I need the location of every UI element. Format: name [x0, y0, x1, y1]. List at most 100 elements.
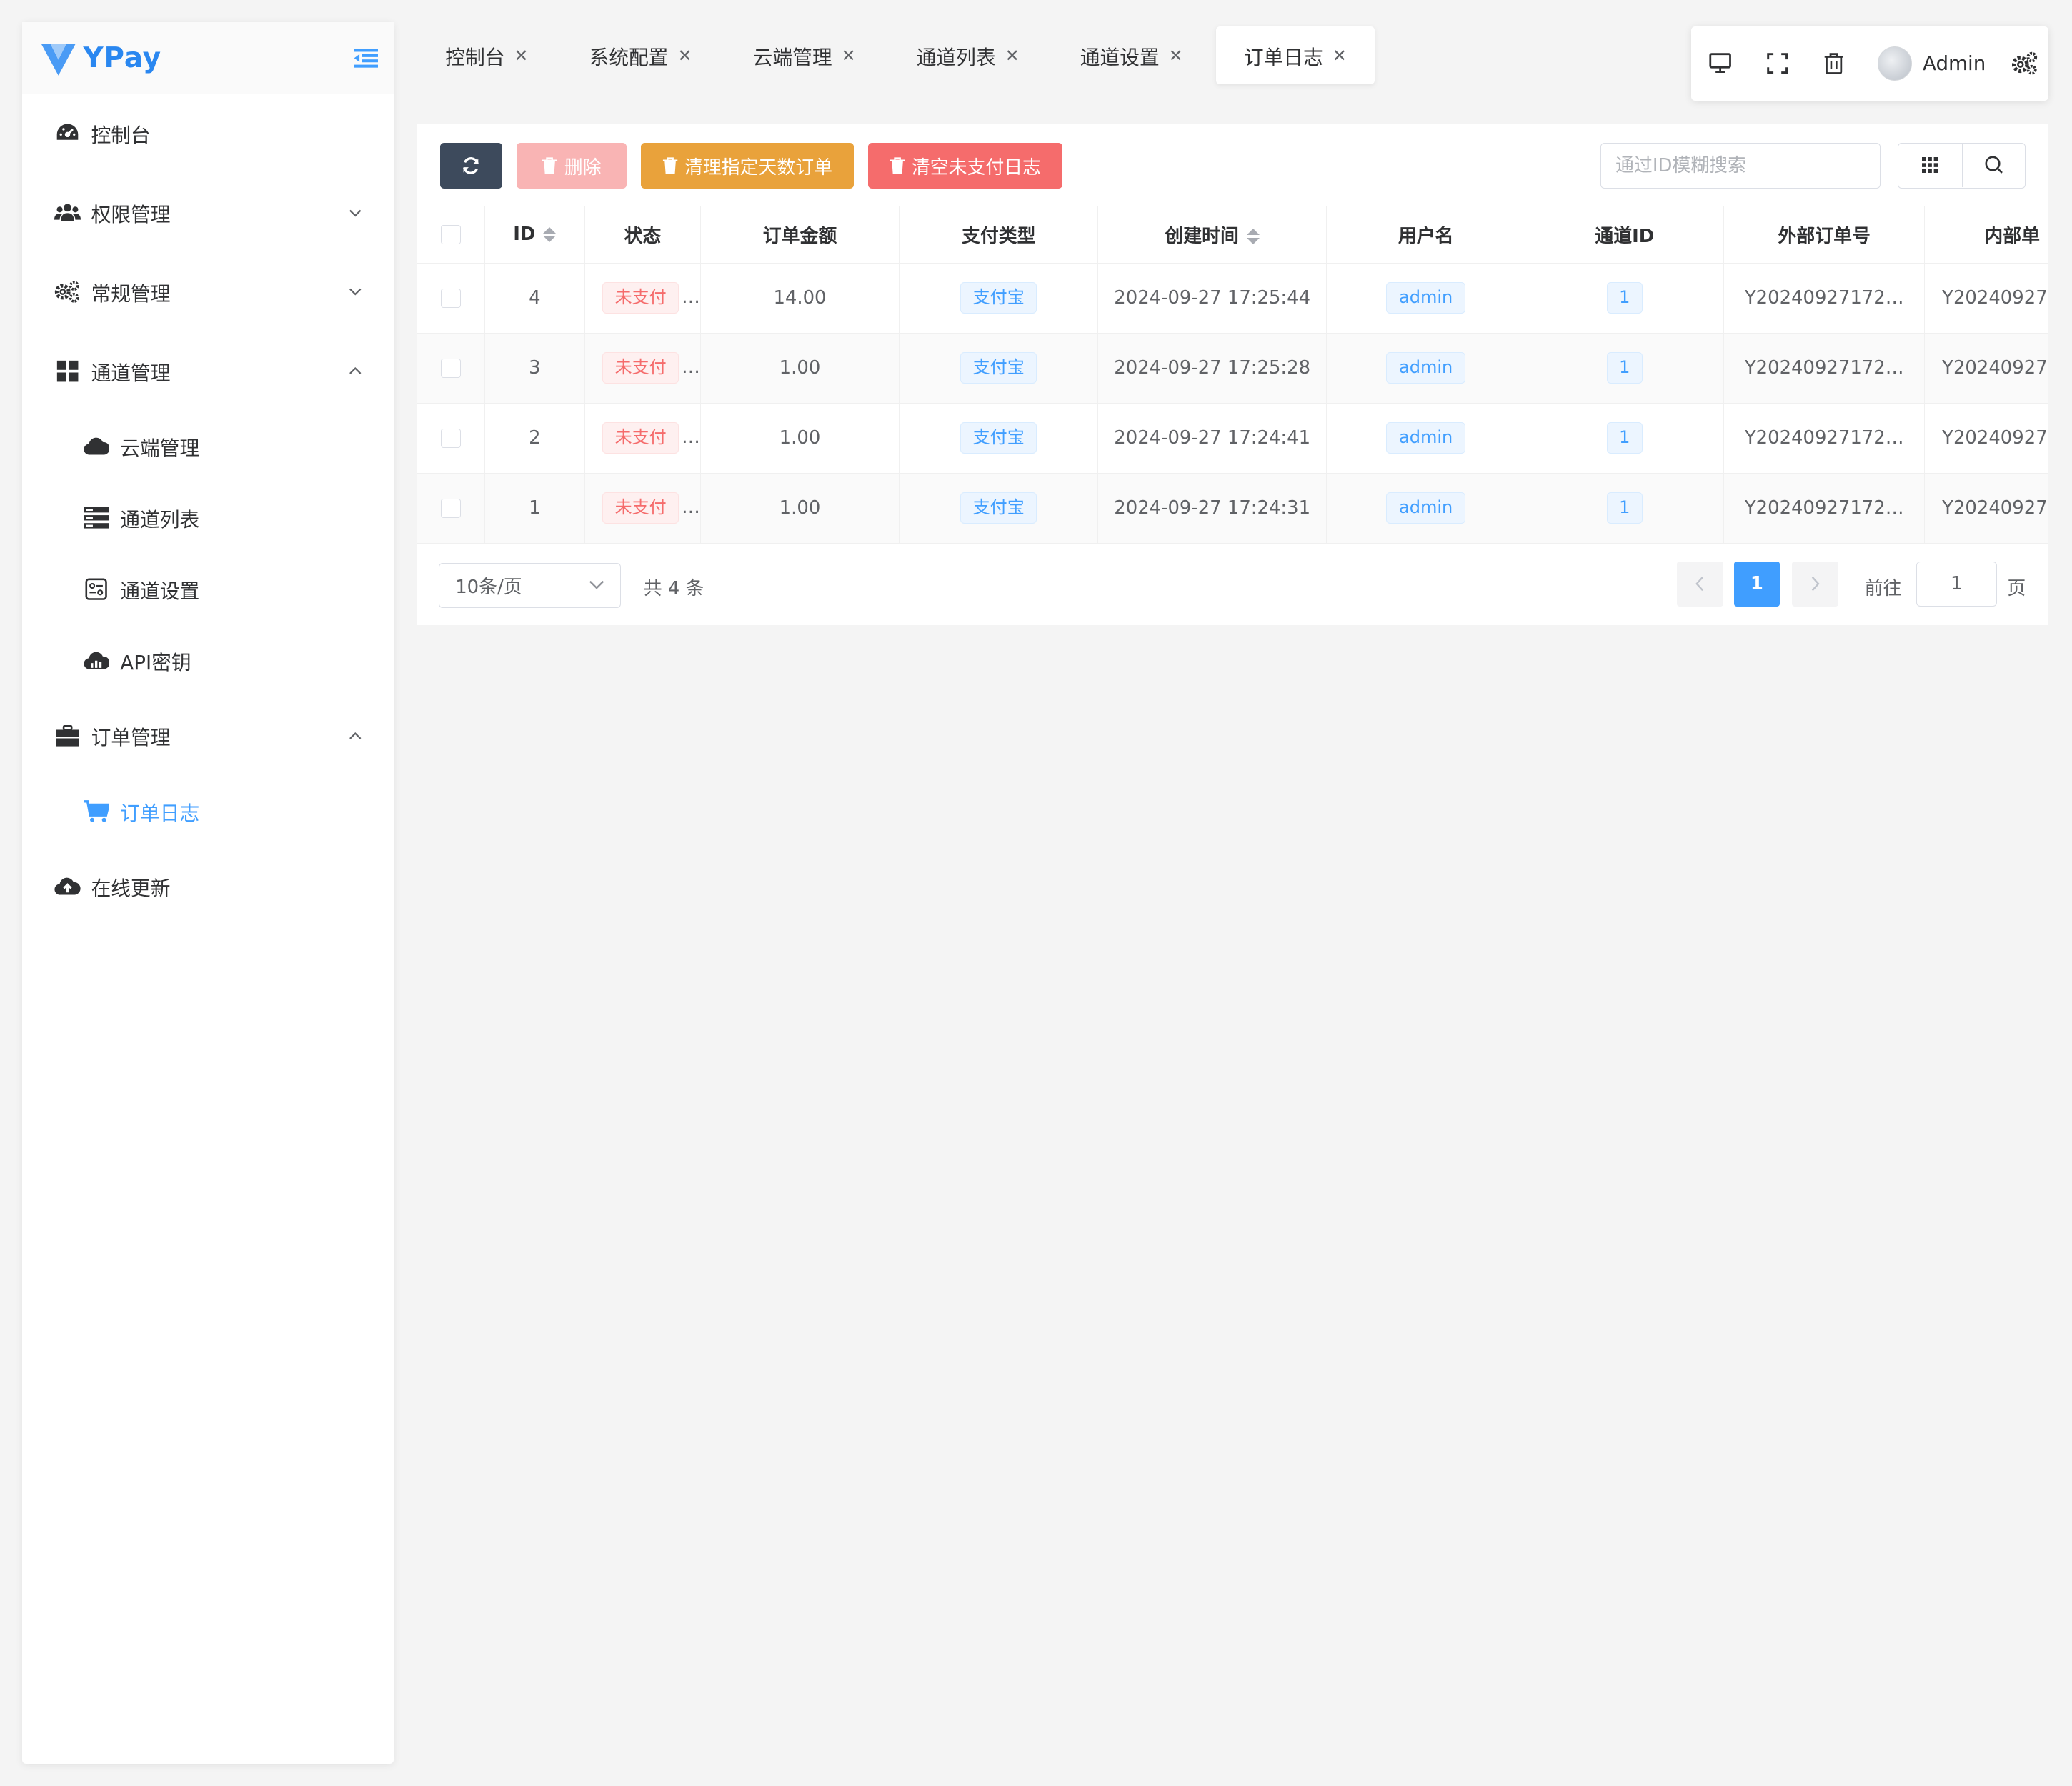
clear-label: 清空未支付日志: [911, 157, 1042, 178]
close-icon[interactable]: ✕: [842, 46, 856, 66]
clean-label: 清理指定天数订单: [684, 157, 832, 178]
logo-icon: [41, 44, 76, 76]
cell-status: 未支付…: [584, 473, 701, 544]
grid-view-button[interactable]: [1898, 144, 1962, 187]
header-toolbar: Admin: [1691, 26, 2048, 101]
table-row[interactable]: 4 未支付… 14.00 支付宝 2024-09-27 17:25:44 adm…: [417, 263, 2048, 334]
cell-pay-type: 支付宝: [899, 403, 1099, 474]
sort-icon[interactable]: [1246, 229, 1260, 244]
cell-in-order-no: Y20240927: [1924, 403, 2048, 474]
trash-icon[interactable]: [1821, 50, 1848, 76]
tab-cloud-management[interactable]: 云端管理 ✕: [725, 26, 884, 84]
cell-out-order-no: Y20240927172…: [1723, 473, 1926, 544]
search-button[interactable]: [1961, 143, 2026, 187]
column-header-out-order-no: 外部订单号: [1723, 206, 1926, 264]
tab-label: 云端管理: [752, 45, 832, 69]
cell-user: admin: [1326, 263, 1526, 334]
cell-in-order-no: Y20240927: [1924, 263, 2048, 334]
row-checkbox[interactable]: [441, 358, 461, 379]
sidebar-item-channel-list[interactable]: 通道列表: [22, 482, 394, 554]
avatar[interactable]: [1878, 46, 1913, 81]
tab-channel-list[interactable]: 通道列表 ✕: [889, 26, 1047, 84]
next-page-button[interactable]: [1791, 562, 1838, 607]
cell-user: admin: [1326, 333, 1526, 404]
table-toolbar: 删除 清理指定天数订单 清空未支付日志: [439, 142, 1077, 189]
sidebar-item-online-update[interactable]: 在线更新: [22, 847, 394, 926]
table-row[interactable]: 2 未支付… 1.00 支付宝 2024-09-27 17:24:41 admi…: [417, 403, 2048, 474]
page-size-select[interactable]: 10条/页: [439, 562, 622, 608]
cell-channel-id: 1: [1525, 403, 1725, 474]
fullscreen-icon[interactable]: [1764, 50, 1790, 76]
refresh-icon: [463, 157, 479, 174]
sidebar-item-general[interactable]: 常规管理: [22, 252, 394, 331]
close-icon[interactable]: ✕: [1333, 46, 1347, 66]
cell-out-order-no: Y20240927172…: [1723, 403, 1926, 474]
order-log-panel: 删除 清理指定天数订单 清空未支付日志 通过ID模糊搜索 ID 状态 订单金额 …: [417, 124, 2048, 625]
goto-label: 前往: [1864, 577, 1902, 599]
cell-pay-type: 支付宝: [899, 263, 1099, 334]
monitor-icon[interactable]: [1708, 50, 1734, 76]
column-label: 内部单: [1984, 225, 2040, 247]
cell-out-order-no: Y20240927172…: [1723, 263, 1926, 334]
delete-button[interactable]: 删除: [517, 142, 627, 189]
select-all-checkbox[interactable]: [441, 224, 461, 245]
briefcase-icon: [54, 723, 81, 749]
clear-unpaid-logs-button[interactable]: 清空未支付日志: [867, 142, 1062, 189]
cell-created: 2024-09-27 17:25:28: [1097, 333, 1328, 404]
sidebar-item-dashboard[interactable]: 控制台: [22, 94, 394, 173]
cell-amount: 1.00: [700, 473, 900, 544]
sort-icon[interactable]: [543, 226, 557, 243]
tab-dashboard[interactable]: 控制台 ✕: [417, 26, 556, 84]
column-header-amount: 订单金额: [700, 206, 900, 264]
page-number-current[interactable]: 1: [1733, 562, 1780, 607]
page-size-value: 10条/页: [455, 576, 522, 598]
cell-pay-type: 支付宝: [899, 473, 1099, 544]
close-icon[interactable]: ✕: [677, 46, 692, 66]
dashboard-icon: [54, 120, 81, 146]
select-all-cell: [417, 206, 485, 264]
close-icon[interactable]: ✕: [1169, 46, 1183, 66]
row-checkbox[interactable]: [441, 288, 461, 309]
search-input[interactable]: [1600, 142, 1881, 189]
row-checkbox[interactable]: [441, 428, 461, 449]
sidebar: YPay 控制台 权限管理 常规管理 通道管理 云端管理 通道列表 通道设置 A…: [22, 22, 394, 1765]
users-icon: [54, 199, 81, 226]
column-header-id[interactable]: ID: [484, 206, 585, 264]
sidebar-menu: 控制台 权限管理 常规管理 通道管理 云端管理 通道列表 通道设置 API密钥 …: [22, 94, 394, 926]
prev-page-button[interactable]: [1677, 562, 1723, 607]
tab-channel-settings[interactable]: 通道设置 ✕: [1052, 26, 1211, 84]
menu-fold-icon[interactable]: [352, 44, 381, 73]
sidebar-item-orders[interactable]: 订单管理: [22, 697, 394, 776]
column-header-created[interactable]: 创建时间: [1097, 206, 1328, 264]
cell-id: 2: [484, 403, 585, 474]
sidebar-item-permissions[interactable]: 权限管理: [22, 173, 394, 252]
sidebar-item-channel-settings[interactable]: 通道设置: [22, 554, 394, 625]
user-name[interactable]: Admin: [1923, 51, 1986, 75]
column-label: 订单金额: [762, 225, 837, 247]
pay-type-badge: 支付宝: [960, 351, 1037, 384]
close-icon[interactable]: ✕: [514, 46, 528, 66]
chevron-down-icon: [349, 209, 362, 217]
column-header-channel-id: 通道ID: [1525, 206, 1725, 264]
row-checkbox[interactable]: [441, 498, 461, 519]
tab-order-log[interactable]: 订单日志 ✕: [1216, 26, 1375, 85]
refresh-button[interactable]: [439, 142, 502, 189]
settings-panel-icon: [84, 576, 110, 602]
clean-days-orders-button[interactable]: 清理指定天数订单: [640, 142, 854, 189]
close-icon[interactable]: ✕: [1005, 46, 1020, 66]
sidebar-item-api-key[interactable]: API密钥: [22, 625, 394, 697]
goto-page-input[interactable]: [1916, 562, 1997, 607]
cell-in-order-no: Y20240927: [1924, 473, 2048, 544]
table-row[interactable]: 3 未支付… 1.00 支付宝 2024-09-27 17:25:28 admi…: [417, 333, 2048, 404]
pay-type-badge: 支付宝: [960, 492, 1037, 524]
channel-badge: 1: [1606, 421, 1643, 454]
cell-out-order-no: Y20240927172…: [1723, 333, 1926, 404]
sidebar-item-order-log[interactable]: 订单日志: [22, 776, 394, 847]
cell-created: 2024-09-27 17:25:44: [1097, 263, 1328, 334]
table-row[interactable]: 1 未支付… 1.00 支付宝 2024-09-27 17:24:31 admi…: [417, 473, 2048, 544]
cell-created: 2024-09-27 17:24:31: [1097, 473, 1328, 544]
tab-system-config[interactable]: 系统配置 ✕: [562, 26, 720, 84]
sidebar-item-cloud-management[interactable]: 云端管理: [22, 411, 394, 482]
gears-icon[interactable]: [2012, 50, 2038, 76]
sidebar-item-channels[interactable]: 通道管理: [22, 331, 394, 411]
